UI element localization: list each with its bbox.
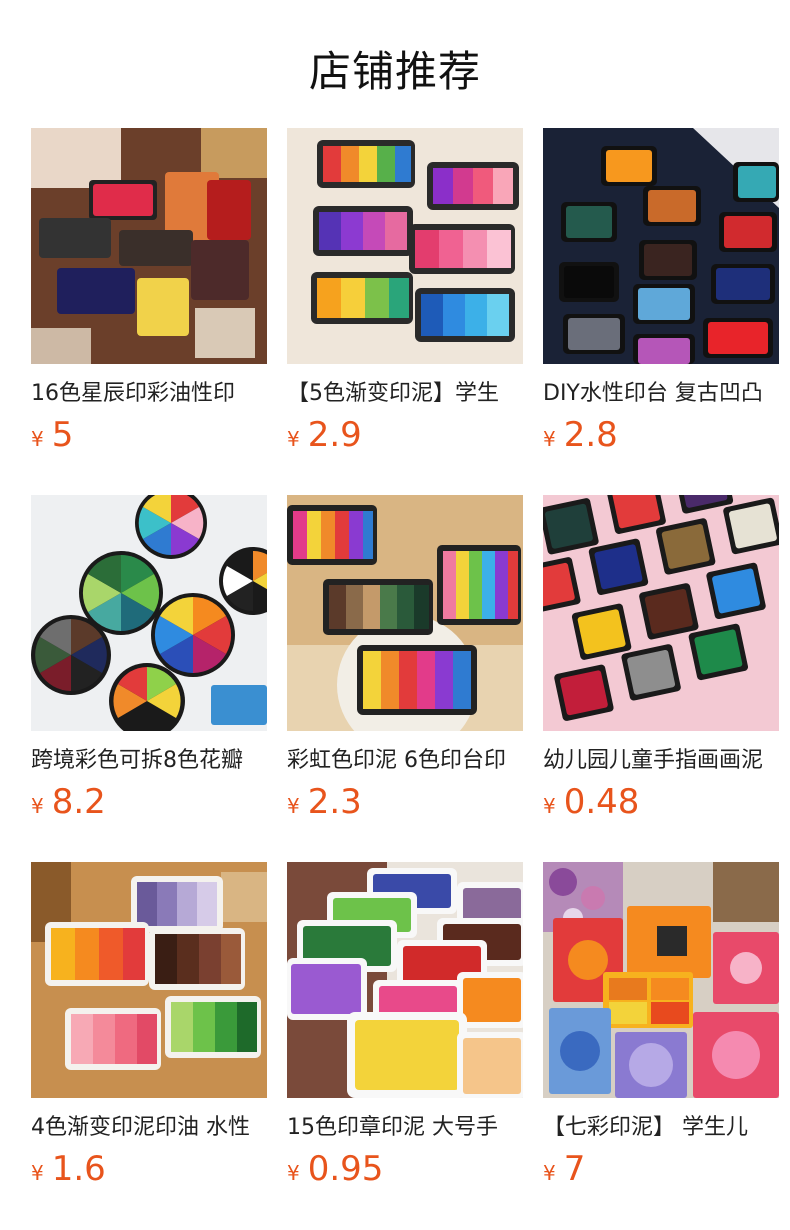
product-price: ¥2.3 xyxy=(287,780,523,824)
currency-symbol: ¥ xyxy=(543,427,556,451)
product-price: ¥0.48 xyxy=(543,780,779,824)
product-price: ¥8.2 xyxy=(31,780,267,824)
product-image[interactable] xyxy=(543,128,779,364)
currency-symbol: ¥ xyxy=(31,427,44,451)
currency-symbol: ¥ xyxy=(31,794,44,818)
price-value: 7 xyxy=(563,1149,586,1189)
product-card[interactable]: 15色印章印泥 大号手 ¥0.95 xyxy=(287,862,523,1229)
price-value: 0.48 xyxy=(563,782,640,822)
price-value: 0.95 xyxy=(307,1149,384,1189)
price-value: 2.8 xyxy=(563,415,618,455)
price-value: 2.9 xyxy=(307,415,362,455)
product-price: ¥1.6 xyxy=(31,1147,267,1191)
product-card[interactable]: DIY水性印台 复古凹凸 ¥2.8 xyxy=(543,128,779,495)
currency-symbol: ¥ xyxy=(287,427,300,451)
product-image[interactable] xyxy=(31,495,267,731)
currency-symbol: ¥ xyxy=(287,794,300,818)
product-card[interactable]: 4色渐变印泥印油 水性 ¥1.6 xyxy=(31,862,267,1229)
product-price: ¥5 xyxy=(31,413,267,457)
product-card[interactable]: 【5色渐变印泥】学生 ¥2.9 xyxy=(287,128,523,495)
currency-symbol: ¥ xyxy=(543,1161,556,1185)
product-grid: 16色星辰印彩油性印 ¥5 【5色渐变印泥】学生 ¥ 2.9 DIY水性印台 复… xyxy=(31,128,779,1229)
product-name[interactable]: 彩虹色印泥 6色印台印 xyxy=(287,746,523,776)
price-value: 8.2 xyxy=(51,782,106,822)
currency-symbol: ¥ xyxy=(31,1161,44,1185)
product-image[interactable] xyxy=(287,128,523,364)
price-value: 2.3 xyxy=(307,782,362,822)
product-price: ¥0.95 xyxy=(287,1147,523,1191)
product-name[interactable]: 跨境彩色可拆8色花瓣 xyxy=(31,746,267,776)
currency-symbol: ¥ xyxy=(543,794,556,818)
product-image[interactable] xyxy=(31,128,267,364)
product-name[interactable]: 16色星辰印彩油性印 xyxy=(31,379,267,409)
product-name[interactable]: 4色渐变印泥印油 水性 xyxy=(31,1113,267,1143)
product-image[interactable] xyxy=(543,862,779,1098)
product-image[interactable] xyxy=(287,495,523,731)
product-name[interactable]: 【5色渐变印泥】学生 xyxy=(287,379,523,409)
product-card[interactable]: 跨境彩色可拆8色花瓣 ¥8.2 xyxy=(31,495,267,862)
recommend-page: 店铺推荐 16色星辰印彩油性印 ¥ 5 【5色渐变印泥】学生 ¥ 2.9 DIY… xyxy=(0,0,790,1230)
product-name[interactable]: 15色印章印泥 大号手 xyxy=(287,1113,523,1143)
product-card[interactable]: 【七彩印泥】 学生儿 ¥7 xyxy=(543,862,779,1229)
product-card[interactable]: 幼儿园儿童手指画画泥 ¥0.48 xyxy=(543,495,779,862)
product-price: ¥2.9 xyxy=(287,413,523,457)
price-value: 5 xyxy=(51,415,74,455)
product-image[interactable] xyxy=(287,862,523,1098)
product-price: ¥2.8 xyxy=(543,413,779,457)
product-name[interactable]: 【七彩印泥】 学生儿 xyxy=(543,1113,779,1143)
product-image[interactable] xyxy=(543,495,779,731)
section-title: 店铺推荐 xyxy=(308,47,481,96)
price-value: 1.6 xyxy=(51,1149,106,1189)
product-price: ¥7 xyxy=(543,1147,779,1191)
product-image[interactable] xyxy=(31,862,267,1098)
product-name[interactable]: DIY水性印台 复古凹凸 xyxy=(543,379,779,409)
product-card[interactable]: 16色星辰印彩油性印 ¥5 xyxy=(31,128,267,495)
product-name[interactable]: 幼儿园儿童手指画画泥 xyxy=(543,746,779,776)
product-card[interactable]: 彩虹色印泥 6色印台印 ¥2.3 xyxy=(287,495,523,862)
currency-symbol: ¥ xyxy=(287,1161,300,1185)
